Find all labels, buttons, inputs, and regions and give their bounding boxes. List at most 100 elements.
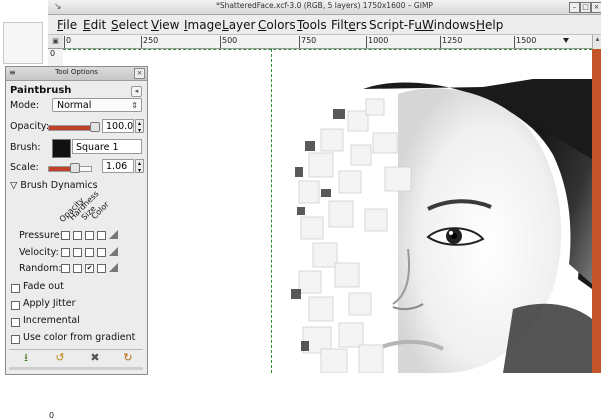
navigate-button[interactable]: ▴	[592, 35, 601, 49]
horizontal-ruler[interactable]: 0 250 500 750 1000 1250 1500	[63, 35, 592, 49]
pressure-label: Pressure:	[19, 230, 63, 241]
pointer-marker-icon	[563, 38, 569, 43]
window-title: *ShatteredFace.xcf-3.0 (RGB, 5 layers) 1…	[216, 1, 433, 10]
pressure-hardness-checkbox[interactable]	[73, 231, 82, 240]
toolbox-panel	[3, 22, 43, 64]
random-size-checkbox[interactable]: ✔	[85, 264, 94, 273]
menu-view-mnemonic: V	[151, 18, 159, 32]
scale-input[interactable]: 1.06	[102, 159, 134, 173]
velocity-color-checkbox[interactable]	[97, 248, 106, 257]
minimize-button[interactable]: –	[569, 2, 580, 13]
menu-tools[interactable]: Tools	[297, 18, 327, 32]
ruler-tick	[220, 36, 221, 48]
pressure-color-checkbox[interactable]	[97, 231, 106, 240]
vertical-scrollbar[interactable]	[592, 49, 601, 373]
menu-colors[interactable]: Colors	[258, 18, 296, 32]
menu-windows-mnemonic: W	[422, 18, 434, 32]
maximize-button[interactable]: □	[580, 2, 591, 13]
opacity-slider[interactable]	[48, 125, 92, 131]
vertical-guide[interactable]	[271, 49, 272, 373]
expander-triangle-icon: ▽	[10, 180, 18, 191]
mode-value: Normal	[57, 100, 92, 111]
menu-file[interactable]: File	[57, 18, 77, 32]
restore-options-icon[interactable]: ↺	[54, 352, 66, 364]
horizontal-guide[interactable]	[63, 49, 592, 50]
menu-filters-label: rs	[355, 18, 367, 32]
fade-out-label: Fade out	[23, 281, 64, 292]
menu-help-label: elp	[485, 18, 504, 32]
opacity-input[interactable]: 100.0	[102, 119, 134, 133]
save-options-icon[interactable]: ⭳	[20, 352, 32, 364]
ruler-label: 1500	[516, 36, 537, 45]
dock-resize-handle[interactable]	[9, 367, 143, 370]
dock-titlebar[interactable]: Tool Options ≡ ×	[6, 67, 147, 81]
menu-windows[interactable]: Windows	[422, 18, 476, 32]
scale-slider-fill	[49, 167, 72, 171]
menu-view-label: iew	[158, 18, 180, 32]
ruler-label: 0	[49, 411, 55, 420]
window-titlebar: *ShatteredFace.xcf-3.0 (RGB, 5 layers) 1…	[48, 0, 601, 15]
menu-script-fu[interactable]: Script-Fu	[369, 18, 422, 32]
scale-spinner[interactable]: ▴ ▾	[135, 159, 144, 174]
brush-name-field[interactable]: Square 1	[72, 139, 142, 154]
apply-jitter-checkbox[interactable]	[11, 301, 20, 310]
use-color-from-gradient-label: Use color from gradient	[23, 332, 136, 343]
apply-jitter-label: Apply Jitter	[23, 298, 76, 309]
ruler-tick	[64, 36, 65, 48]
random-color-checkbox[interactable]	[97, 264, 106, 273]
dock-menu-icon[interactable]: ≡	[9, 68, 16, 77]
gimp-app-icon[interactable]: ↘	[54, 2, 64, 12]
velocity-size-checkbox[interactable]	[85, 248, 94, 257]
close-window-button[interactable]: ×	[591, 2, 601, 13]
menu-layer-mnemonic: L	[222, 18, 229, 32]
random-opacity-checkbox[interactable]	[61, 264, 70, 273]
tool-name: Paintbrush	[10, 85, 72, 96]
fade-out-checkbox[interactable]	[11, 284, 20, 293]
velocity-opacity-checkbox[interactable]	[61, 248, 70, 257]
scale-slider-handle[interactable]	[70, 163, 80, 173]
menu-view[interactable]: View	[151, 18, 179, 32]
menu-layer[interactable]: Layer	[222, 18, 255, 32]
menu-file-label: ile	[63, 18, 78, 32]
menu-select[interactable]: Select	[111, 18, 148, 32]
quick-mask-toggle[interactable]: ▣	[48, 35, 64, 49]
brush-dynamics-expander[interactable]: ▽ Brush Dynamics	[10, 180, 98, 191]
opacity-spinner[interactable]: ▴ ▾	[135, 119, 144, 134]
menu-image[interactable]: Image	[184, 18, 222, 32]
menu-edit-label: dit	[90, 18, 107, 32]
menu-help-mnemonic: H	[476, 18, 486, 32]
velocity-hardness-checkbox[interactable]	[73, 248, 82, 257]
opacity-slider-handle[interactable]	[90, 122, 100, 132]
menu-filters-prefix: Filt	[331, 18, 349, 32]
menu-help[interactable]: Help	[476, 18, 503, 32]
menu-filters[interactable]: Filters	[331, 18, 367, 32]
menu-script-fu-mnemonic: u	[414, 18, 422, 32]
random-curve-icon[interactable]	[109, 263, 118, 272]
menu-colors-label: olors	[266, 18, 296, 32]
random-label: Random:	[19, 263, 62, 274]
ruler-label: 1250	[442, 36, 463, 45]
mode-select[interactable]: Normal ⇕	[52, 98, 142, 112]
incremental-label: Incremental	[23, 315, 80, 326]
pressure-size-checkbox[interactable]	[85, 231, 94, 240]
reset-options-icon[interactable]: ↻	[122, 352, 134, 364]
delete-options-icon[interactable]: ✖	[89, 352, 101, 364]
menu-layer-label: ayer	[228, 18, 256, 32]
opacity-label: Opacity:	[10, 121, 50, 132]
velocity-curve-icon[interactable]	[109, 247, 118, 256]
ruler-label: 500	[222, 36, 238, 45]
menu-edit[interactable]: Edit	[83, 18, 106, 32]
menu-filters-mnemonic: e	[348, 18, 356, 32]
brush-label: Brush:	[10, 142, 41, 153]
pressure-opacity-checkbox[interactable]	[61, 231, 70, 240]
reset-tool-icon[interactable]: ◂	[131, 86, 142, 97]
ruler-label: 250	[143, 36, 159, 45]
incremental-checkbox[interactable]	[11, 318, 20, 327]
use-color-from-gradient-checkbox[interactable]	[11, 335, 20, 344]
velocity-label: Velocity:	[19, 247, 59, 258]
updown-arrow-icon: ⇕	[131, 101, 138, 110]
random-hardness-checkbox[interactable]	[73, 264, 82, 273]
dock-close-button[interactable]: ×	[134, 68, 145, 79]
pressure-curve-icon[interactable]	[109, 230, 118, 239]
brush-preview[interactable]	[52, 139, 71, 158]
